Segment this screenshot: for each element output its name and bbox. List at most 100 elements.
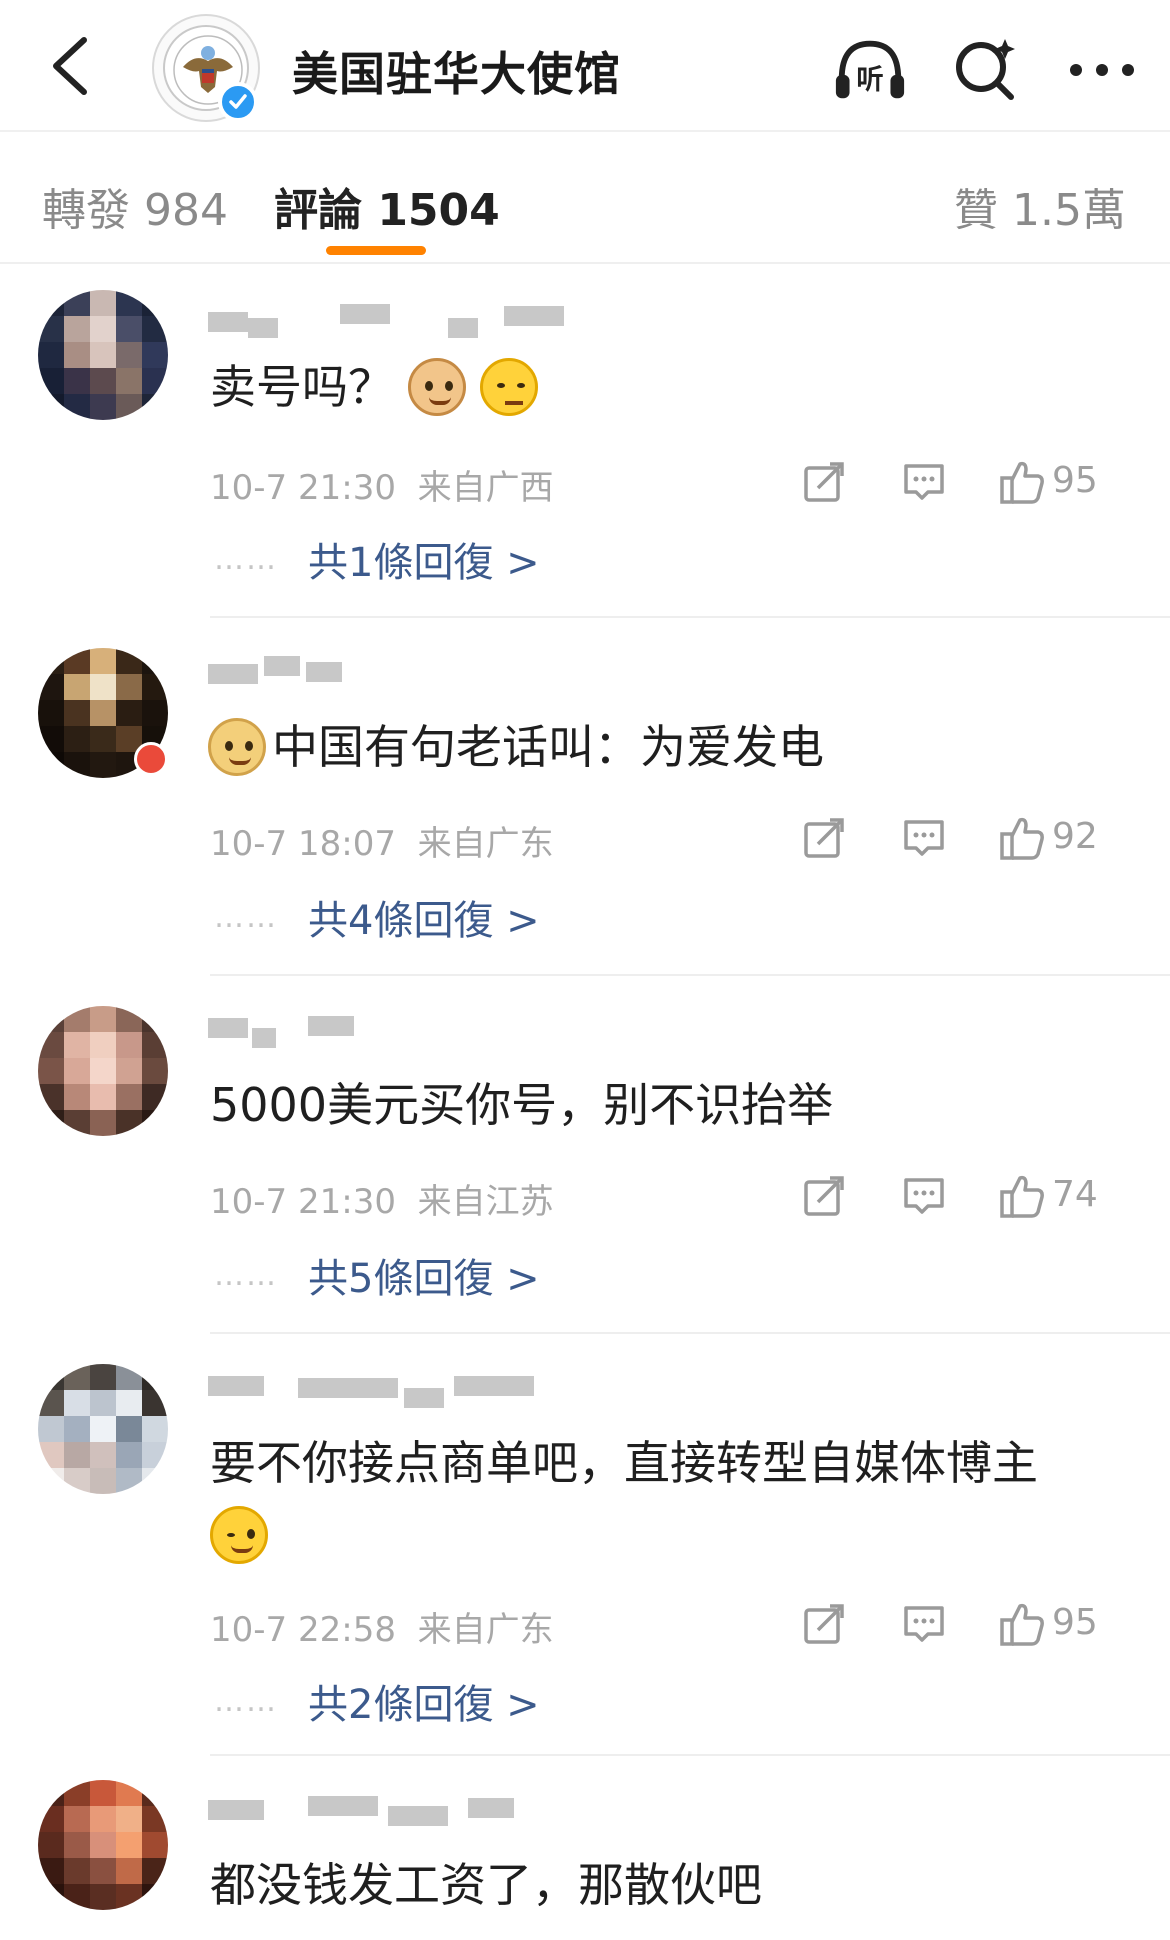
comment-button[interactable] <box>896 1596 952 1652</box>
avatar[interactable] <box>38 1780 168 1910</box>
avatar[interactable] <box>38 290 168 420</box>
comment-item: 中国有句老话叫：为爱发电 10-7 18:07 来自广东 92 …… 共4條回復… <box>0 620 1170 976</box>
avatar[interactable] <box>38 1364 168 1494</box>
comment-divider <box>210 1332 1170 1334</box>
account-name[interactable]: 美国驻华大使馆 <box>292 38 621 104</box>
comment-time: 10-7 22:58 <box>210 1610 396 1650</box>
doge-emoji-icon <box>208 718 266 776</box>
tab-comments[interactable]: 評論 1504 <box>274 174 500 238</box>
reply-dots: …… <box>214 899 278 935</box>
comment-item: 要不你接点商单吧，直接转型自媒体博主 10-7 22:58 来自广东 95 ……… <box>0 1336 1170 1756</box>
repost-button[interactable] <box>796 454 852 510</box>
view-replies-link[interactable]: …… 共5條回復 > <box>214 1246 540 1304</box>
reply-dots: …… <box>214 541 278 577</box>
search-button[interactable] <box>948 32 1024 108</box>
repost-button[interactable] <box>796 810 852 866</box>
comment-text: 都没钱发工资了，那散伙吧 <box>210 1858 762 1912</box>
listen-button[interactable]: 听 <box>832 32 908 108</box>
like-count: 95 <box>1052 1602 1098 1643</box>
avatar[interactable] <box>38 1006 168 1136</box>
comment-location: 来自江苏 <box>417 1182 554 1222</box>
replies-label: 共5條回復 > <box>308 1256 540 1302</box>
comment-actions: 95 <box>796 454 1126 510</box>
comment-actions: 92 <box>796 810 1126 866</box>
comment-time: 10-7 21:30 <box>210 468 396 508</box>
comment-location: 来自广东 <box>417 824 554 864</box>
repost-icon <box>804 818 844 858</box>
repost-icon <box>804 1604 844 1644</box>
reply-dots: …… <box>214 1257 278 1293</box>
comment-icon <box>904 464 944 500</box>
back-arrow-icon <box>53 37 87 95</box>
back-button[interactable] <box>30 26 110 106</box>
wink-emoji-icon <box>210 1506 268 1564</box>
comment-meta: 10-7 21:30 来自江苏 <box>210 1174 554 1223</box>
repost-button[interactable] <box>796 1168 852 1224</box>
repost-icon <box>804 1176 844 1216</box>
like-icon <box>1000 1603 1044 1646</box>
like-icon <box>1000 1175 1044 1218</box>
user-name-blurred[interactable] <box>208 1792 568 1832</box>
top-bar: 美国驻华大使馆 听 <box>0 0 1170 132</box>
comment-item: 都没钱发工资了，那散伙吧 <box>0 1758 1170 1940</box>
comment-actions: 74 <box>796 1168 1126 1224</box>
replies-label: 共2條回復 > <box>308 1682 540 1728</box>
smug-emoji-icon <box>480 358 538 416</box>
member-badge-icon <box>134 742 168 776</box>
view-replies-link[interactable]: …… 共4條回復 > <box>214 888 540 946</box>
like-button[interactable] <box>994 810 1050 866</box>
cat-emoji-icon <box>408 358 466 416</box>
tab-bar: 轉發 984 評論 1504 贊 1.5萬 <box>0 134 1170 264</box>
comment-time: 10-7 21:30 <box>210 1182 396 1222</box>
like-button[interactable] <box>994 1596 1050 1652</box>
comment-text: 卖号吗？ <box>210 360 394 414</box>
comment-item: 卖号吗？ 10-7 21:30 来自广西 95 …… 共1條回復 > <box>0 266 1170 618</box>
like-button[interactable] <box>994 1168 1050 1224</box>
user-name-blurred[interactable] <box>208 650 568 690</box>
comment-icon <box>904 820 944 856</box>
like-icon <box>1000 817 1044 860</box>
comment-text-row: 中国有句老话叫：为爱发电 <box>208 712 824 782</box>
user-name-blurred[interactable] <box>208 1370 568 1410</box>
tab-forward[interactable]: 轉發 984 <box>42 174 228 238</box>
replies-label: 共4條回復 > <box>308 898 540 944</box>
comment-location: 来自广东 <box>417 1610 554 1650</box>
repost-button[interactable] <box>796 1596 852 1652</box>
comment-item: 5000美元买你号，别不识抬举 10-7 21:30 来自江苏 74 …… 共5… <box>0 978 1170 1334</box>
repost-icon <box>804 462 844 502</box>
verified-badge-icon <box>218 82 258 122</box>
svg-text:听: 听 <box>856 65 883 96</box>
comment-actions: 95 <box>796 1596 1126 1652</box>
active-tab-indicator <box>326 246 426 255</box>
comment-divider <box>210 974 1170 976</box>
listen-icon: 听 <box>835 40 905 99</box>
comment-divider <box>210 1754 1170 1756</box>
tab-likes[interactable]: 贊 1.5萬 <box>954 174 1126 238</box>
search-icon <box>956 39 1015 100</box>
view-replies-link[interactable]: …… 共2條回復 > <box>214 1672 540 1730</box>
comment-text-row: 卖号吗？ <box>210 352 538 422</box>
comment-button[interactable] <box>896 810 952 866</box>
user-name-blurred[interactable] <box>208 1012 568 1052</box>
comment-meta: 10-7 21:30 来自广西 <box>210 460 554 509</box>
account-avatar[interactable] <box>152 14 260 122</box>
reply-dots: …… <box>214 1683 278 1719</box>
like-count: 95 <box>1052 460 1098 501</box>
like-count: 74 <box>1052 1174 1098 1215</box>
comment-icon <box>904 1178 944 1214</box>
comment-text: 5000美元买你号，别不识抬举 <box>210 1078 834 1132</box>
comment-time: 10-7 18:07 <box>210 824 396 864</box>
comment-text: 中国有句老话叫：为爱发电 <box>272 720 824 774</box>
comment-emoji-row <box>210 1506 268 1568</box>
like-count: 92 <box>1052 816 1098 857</box>
more-button[interactable] <box>1064 32 1140 108</box>
more-icon <box>1070 64 1134 76</box>
comment-location: 来自广西 <box>417 468 554 508</box>
view-replies-link[interactable]: …… 共1條回復 > <box>214 530 540 588</box>
comment-button[interactable] <box>896 1168 952 1224</box>
user-name-blurred[interactable] <box>208 300 568 340</box>
replies-label: 共1條回復 > <box>308 540 540 586</box>
comment-button[interactable] <box>896 454 952 510</box>
comment-meta: 10-7 18:07 来自广东 <box>210 816 554 865</box>
like-button[interactable] <box>994 454 1050 510</box>
